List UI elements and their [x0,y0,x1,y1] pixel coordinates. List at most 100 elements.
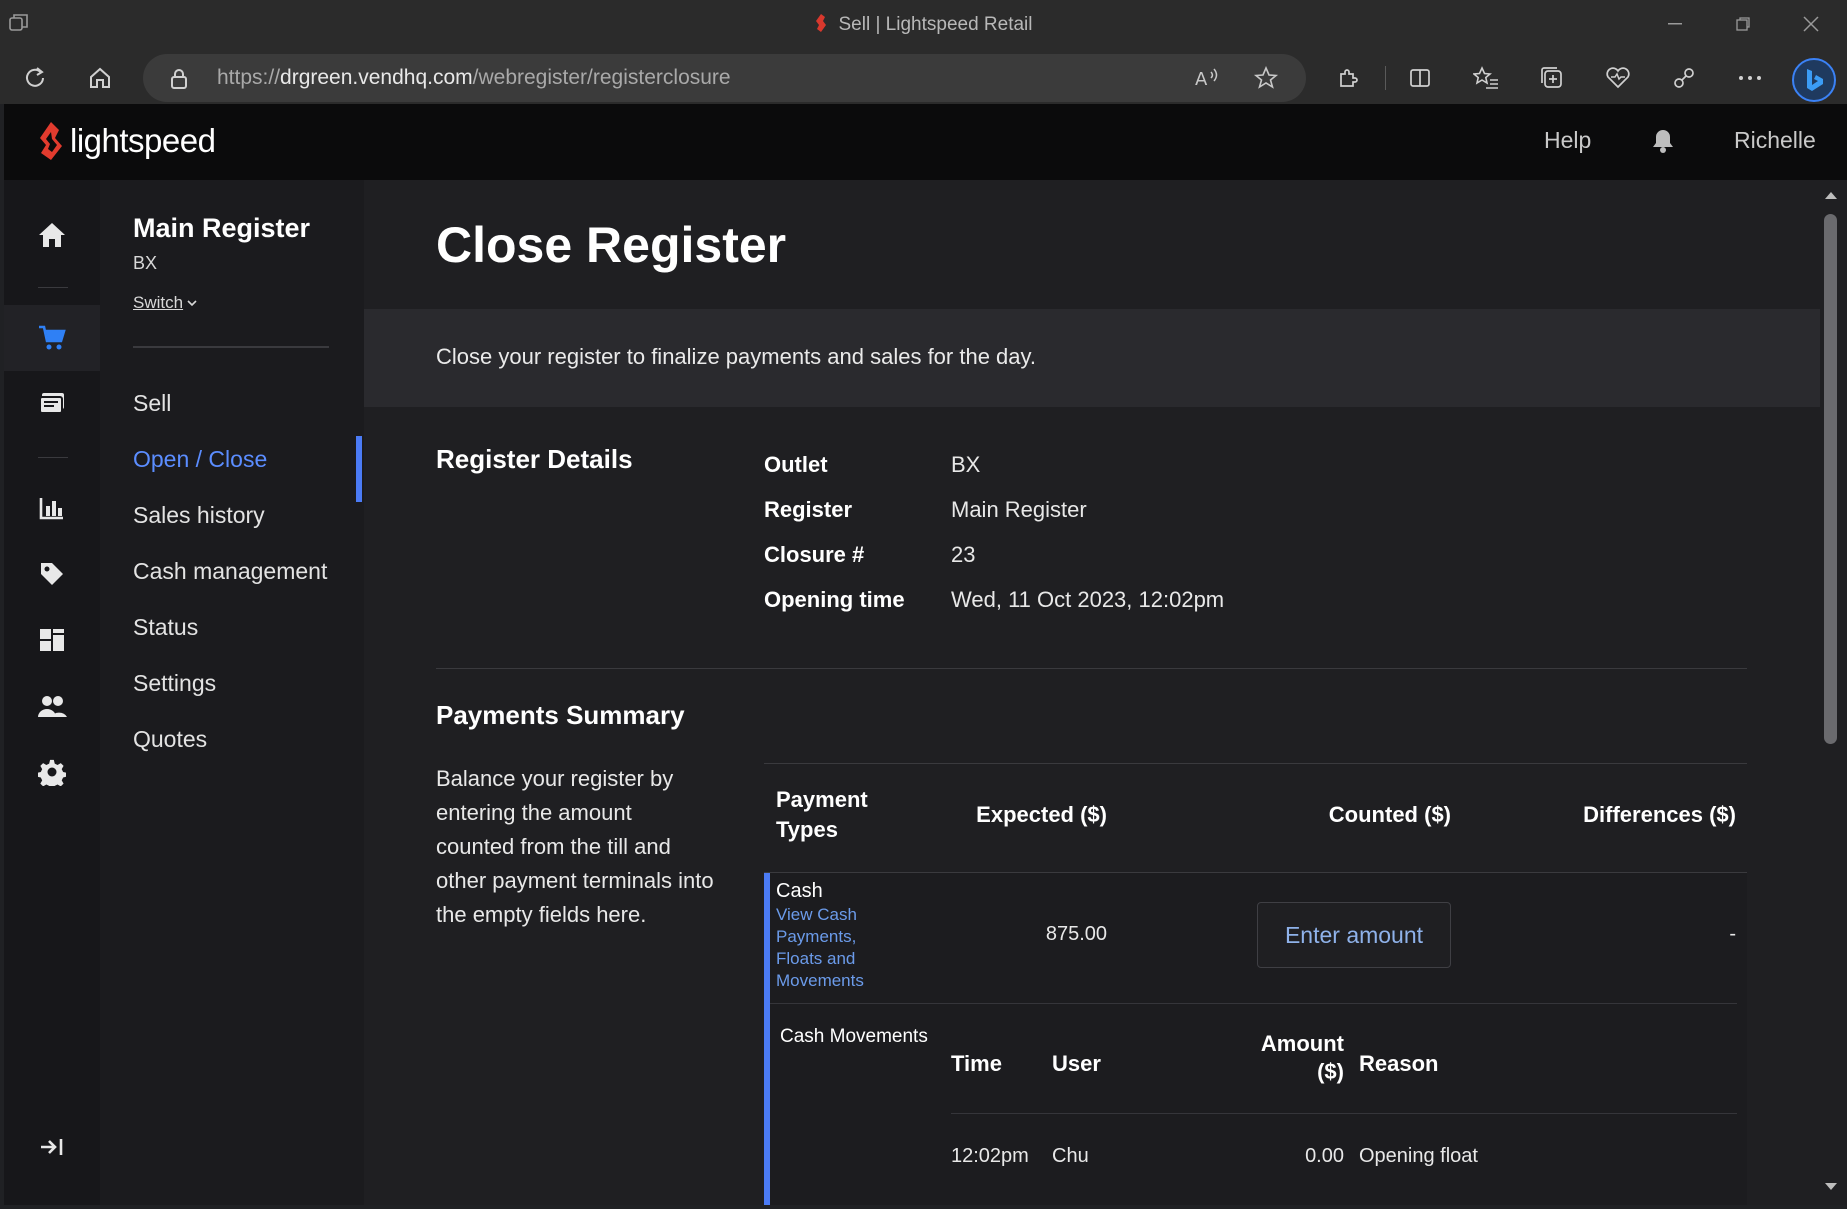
url-text[interactable]: https://drgreen.vendhq.com/webregister/r… [217,66,731,90]
reports-nav[interactable] [4,475,100,541]
detail-value-register: Main Register [951,497,1087,522]
settings-icon [38,759,66,786]
switch-register-button[interactable]: Switch [133,293,198,313]
main-content: Close Register Close your register to fi… [364,180,1820,1205]
cash-row-indicator [764,873,770,1205]
customers-icon [38,696,67,717]
tag-icon [41,563,63,585]
home-icon [39,223,65,247]
cash-difference-value: - [1729,923,1736,945]
detail-value-opening-time: Wed, 11 Oct 2023, 12:02pm [951,587,1225,612]
detail-label-closure: Closure # [764,542,865,567]
scrollbar-thumb[interactable] [1824,214,1837,744]
performance-icon[interactable] [1666,62,1702,94]
collections-icon[interactable] [1534,62,1570,94]
detail-label-opening-time: Opening time [764,587,905,612]
extensions-icon[interactable] [1330,62,1366,94]
subnav-item-status[interactable]: Status [133,614,198,641]
sell-nav[interactable] [4,305,100,371]
detail-value-closure: 23 [951,542,976,567]
minimize-button[interactable] [1651,10,1699,38]
customers-nav[interactable] [4,673,100,739]
detail-label-register: Register [764,497,853,522]
cm-col-amount: Amount ($) [1260,1031,1344,1084]
browser-titlebar: Sell | Lightspeed Retail [0,0,1847,52]
subnav-item-cash-management[interactable]: Cash management [133,558,327,585]
col-differences: Differences ($) [1583,802,1736,827]
close-window-button[interactable] [1787,10,1835,38]
expand-icon [41,1139,63,1155]
more-options-icon[interactable] [1732,62,1768,94]
main-nav-rail [4,180,100,1205]
banner-text: Close your register to finalize payments… [436,344,1037,369]
col-expected: Expected ($) [976,802,1107,827]
toolbar-divider [1385,66,1386,90]
register-details-title: Register Details [436,444,633,474]
subnav-item-sell[interactable]: Sell [133,390,171,417]
help-link[interactable]: Help [1544,127,1591,154]
cash-payment-name: Cash [776,880,823,902]
subnav-item-quotes[interactable]: Quotes [133,726,207,753]
view-cash-movements-link[interactable]: View Cash Payments, Floats and Movements [776,904,886,992]
cash-expected-value: 875.00 [1045,923,1107,945]
lightspeed-logo[interactable]: lightspeed [38,122,216,160]
detail-value-outlet: BX [951,452,981,477]
logo-wordmark: lightspeed [70,122,216,159]
cm-row-user: Chu [1052,1145,1089,1167]
window-title-text: Sell | Lightspeed Retail [838,14,1033,35]
cm-col-reason: Reason [1359,1051,1439,1076]
app-header: lightspeed Help Richelle [4,104,1847,180]
favorites-icon[interactable] [1468,62,1504,94]
rail-divider [38,457,68,458]
subnav-item-settings[interactable]: Settings [133,670,216,697]
cm-row-amount: 0.00 [1305,1145,1344,1167]
browser-toolbar: https://drgreen.vendhq.com/webregister/r… [0,52,1847,104]
subnav-item-open-close[interactable]: Open / Close [133,446,267,473]
cash-counted-input[interactable] [1257,902,1451,968]
register-icon [39,393,64,414]
browser-essentials-icon[interactable] [1600,62,1636,94]
notifications-bell-icon[interactable] [1652,128,1674,159]
payments-summary-title: Payments Summary [436,700,685,730]
cash-row-divider [770,1003,1737,1004]
cm-col-user: User [1052,1051,1101,1076]
subnav-item-sales-history[interactable]: Sales history [133,502,265,529]
user-menu[interactable]: Richelle [1734,127,1816,154]
rail-divider [38,287,68,288]
cm-col-time: Time [951,1051,1002,1076]
products-nav[interactable] [4,541,100,607]
split-screen-icon[interactable] [1402,62,1438,94]
read-aloud-icon[interactable]: A [1194,66,1220,95]
cart-icon [39,325,66,350]
detail-label-outlet: Outlet [764,452,828,477]
flame-icon [815,14,827,32]
register-nav[interactable] [4,371,100,437]
active-indicator [356,436,362,502]
home-browser-button[interactable] [82,62,118,94]
bing-copilot-icon[interactable] [1792,58,1836,102]
address-bar[interactable]: https://drgreen.vendhq.com/webregister/r… [143,54,1306,102]
chevron-down-icon [187,300,197,307]
register-subnav: Main Register BX Switch Sell Open / Clos… [100,180,364,1205]
page-title: Close Register [436,217,787,273]
info-banner: Close your register to finalize payments… [364,309,1820,407]
col-payment-types: Payment Types [776,787,868,842]
home-nav[interactable] [4,202,100,268]
favorite-star-icon[interactable] [1253,65,1279,95]
cm-header-divider [951,1113,1737,1114]
restore-button[interactable] [1719,10,1767,38]
register-name: Main Register [133,213,311,243]
cash-movements-label: Cash Movements [780,1026,928,1047]
catalog-nav[interactable] [4,607,100,673]
scroll-up-icon[interactable] [1823,188,1839,204]
subnav-divider [133,346,329,348]
table-top-border [764,763,1747,764]
refresh-button[interactable] [17,62,53,94]
switch-label: Switch [133,293,184,312]
expand-sidebar-button[interactable] [4,1114,100,1180]
scroll-down-icon[interactable] [1823,1180,1839,1196]
svg-text:A: A [1195,69,1208,90]
lock-icon[interactable] [169,67,189,96]
setup-nav[interactable] [4,739,100,805]
payments-description: Balance your register by entering the am… [436,766,714,927]
